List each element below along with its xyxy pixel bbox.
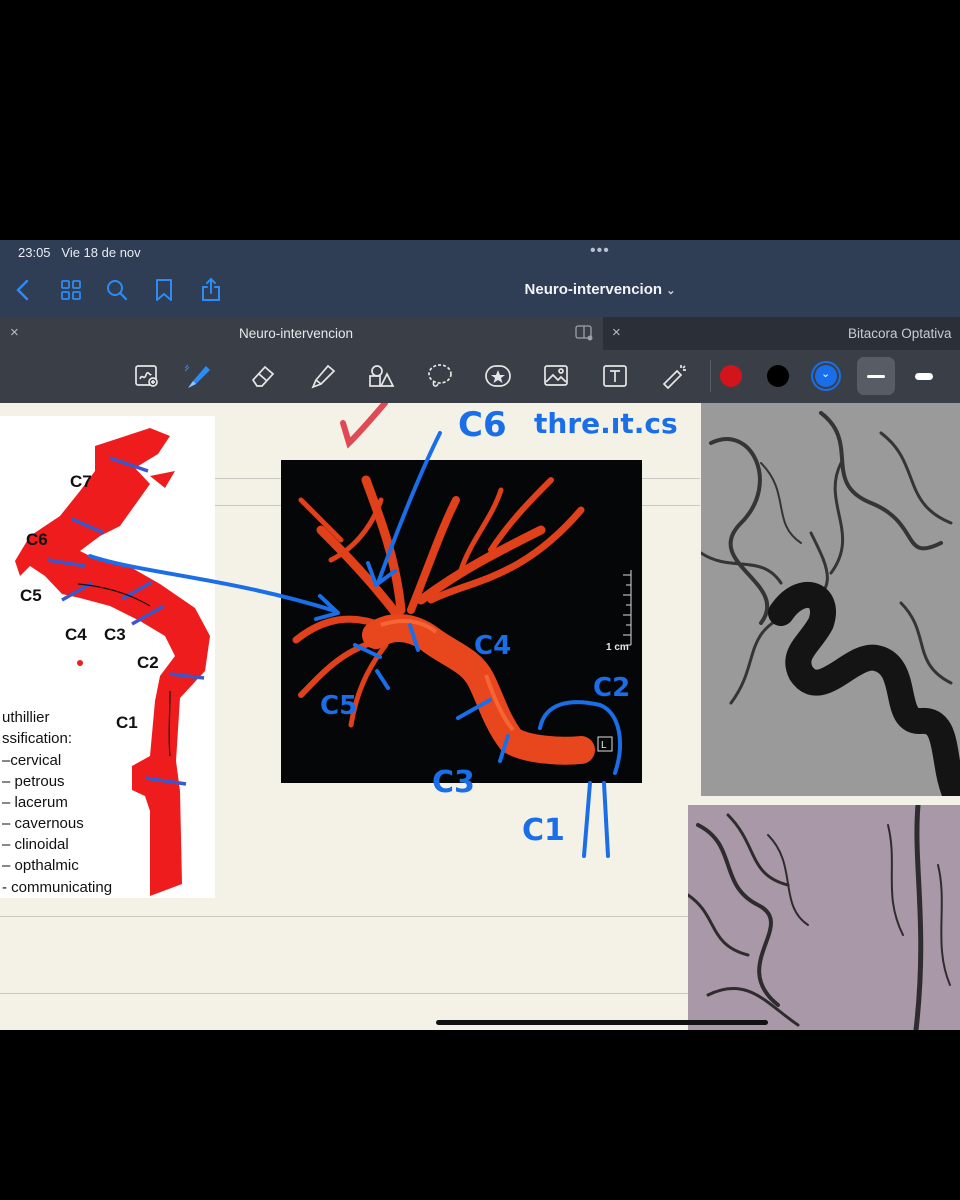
pen-icon[interactable] xyxy=(185,362,213,390)
multitasking-dots[interactable]: ••• xyxy=(590,242,610,260)
lasso-icon[interactable] xyxy=(426,362,454,390)
highlighter-icon[interactable] xyxy=(309,362,337,390)
angiogram-image-top[interactable] xyxy=(701,403,960,796)
annotation-c2: C2 xyxy=(593,673,631,703)
text-box-icon[interactable] xyxy=(601,362,629,390)
tab-label: Neuro-intervencion xyxy=(239,326,354,341)
tab-close-icon[interactable]: × xyxy=(612,324,621,341)
home-indicator[interactable] xyxy=(436,1020,768,1025)
stroke-thin-button[interactable] xyxy=(857,357,895,395)
tab-close-icon[interactable]: × xyxy=(10,324,19,341)
chevron-down-icon: ⌄ xyxy=(821,368,831,380)
color-swatch-blue-selected[interactable]: ⌄ xyxy=(815,365,837,387)
angiogram-vessels xyxy=(688,805,960,1030)
note-canvas[interactable]: C7 C6 C5 C4 C3 C2 C1 uthillier ssificati… xyxy=(0,403,960,1030)
navigation-bar: Neuro-intervencion ⌄ xyxy=(0,265,960,317)
ruled-line xyxy=(0,993,700,994)
color-swatch-black[interactable] xyxy=(767,365,789,387)
laser-pointer-icon[interactable] xyxy=(660,362,688,390)
angiogram-vessels xyxy=(701,403,960,796)
eraser-icon[interactable] xyxy=(249,362,277,390)
toolbar-divider xyxy=(710,360,711,392)
ipad-screen: 23:05 Vie 18 de nov ••• Neuro-intervenci… xyxy=(0,240,960,1030)
image-icon[interactable] xyxy=(542,362,570,390)
annotation-c3: C3 xyxy=(432,765,475,800)
back-chevron-icon[interactable] xyxy=(10,277,36,303)
annotation-c5: C5 xyxy=(320,691,358,721)
tab-bar: × Neuro-intervencion × Bitacora Optativa xyxy=(0,317,960,350)
document-title[interactable]: Neuro-intervencion ⌄ xyxy=(500,281,700,298)
bookmark-icon[interactable] xyxy=(151,277,177,303)
status-time: 23:05 Vie 18 de nov xyxy=(18,245,141,260)
tab-neuro-intervencion[interactable]: × Neuro-intervencion xyxy=(0,317,603,350)
color-swatch-red[interactable] xyxy=(720,365,742,387)
search-icon[interactable] xyxy=(104,277,130,303)
classification-line: - communicating xyxy=(2,879,113,896)
tab-bitacora-optativa[interactable]: Bitacora Optativa xyxy=(848,326,952,341)
share-icon[interactable] xyxy=(198,277,224,303)
sticker-icon[interactable] xyxy=(484,362,512,390)
shapes-icon[interactable] xyxy=(367,362,395,390)
angiogram-image-bottom[interactable] xyxy=(688,805,960,1030)
stroke-thick-button[interactable] xyxy=(905,357,943,395)
annotation-c4: C4 xyxy=(474,631,512,661)
ruled-line xyxy=(0,916,700,917)
blue-ink-annotations xyxy=(88,431,622,858)
split-view-icon[interactable] xyxy=(575,325,593,341)
annotation-c6: C6 xyxy=(458,405,507,445)
status-bar: 23:05 Vie 18 de nov ••• xyxy=(0,240,960,265)
grid-icon[interactable] xyxy=(58,277,84,303)
zoom-window-icon[interactable] xyxy=(133,362,161,390)
drawing-toolbar: ⌄ xyxy=(0,350,960,403)
annotation-c1: C1 xyxy=(522,813,565,848)
annotation-c6-note: thre.ıt.cs xyxy=(534,407,678,440)
